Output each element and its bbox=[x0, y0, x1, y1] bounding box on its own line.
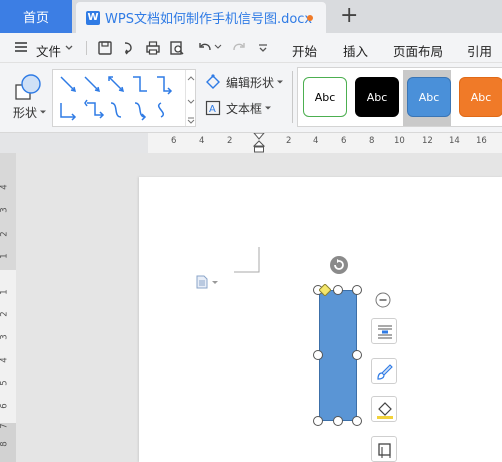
chevron-down-icon bbox=[40, 110, 46, 114]
ruler-tick: 4 bbox=[313, 136, 319, 146]
shape-button[interactable]: 形状 bbox=[4, 67, 48, 127]
style-preset-blue[interactable]: Abc bbox=[407, 77, 451, 117]
unsaved-dot-icon bbox=[307, 15, 313, 21]
ruler-tick: 4 bbox=[0, 357, 10, 363]
gallery-scroll-arrows-icon bbox=[187, 76, 195, 124]
customize-toolbar-icon[interactable] bbox=[256, 41, 270, 55]
save-icon[interactable] bbox=[96, 39, 114, 57]
shape-button-label: 形状 bbox=[13, 106, 38, 120]
layout-options-button[interactable] bbox=[371, 318, 397, 344]
tab-bar: 首页 W WPS文档如何制作手机信号图.docx + bbox=[0, 0, 502, 33]
text-box-icon: A bbox=[205, 100, 221, 116]
resize-handle-left[interactable] bbox=[313, 350, 323, 360]
drawing-tools-ribbon: 形状 编辑形状 A 文本框 Abc Abc Abc Abc bbox=[0, 63, 502, 133]
print-preview-icon[interactable] bbox=[168, 39, 186, 57]
indent-marker-icon[interactable] bbox=[253, 133, 265, 153]
text-wrap-icon bbox=[378, 325, 392, 339]
margin-corner-marker-icon bbox=[234, 247, 260, 273]
ruler-tick: 5 bbox=[0, 380, 10, 386]
style-preset-orange[interactable]: Abc bbox=[459, 77, 502, 117]
ruler-tick: 8 bbox=[0, 441, 10, 447]
vertical-ruler[interactable]: 4 3 2 1 1 2 3 4 5 6 7 8 9 bbox=[0, 153, 16, 462]
ruler-tick: 3 bbox=[0, 207, 10, 213]
paragraph-options-icon[interactable] bbox=[195, 275, 221, 289]
menu-bar: 文件 开始 插入 页面布局 引用 bbox=[0, 33, 502, 63]
chevron-down-icon bbox=[277, 80, 284, 84]
ruler-tick: 4 bbox=[0, 184, 10, 190]
resize-handle-top[interactable] bbox=[333, 285, 343, 295]
shape-style-gallery: Abc Abc Abc Abc bbox=[297, 67, 502, 127]
style-preset-black[interactable]: Abc bbox=[355, 77, 399, 117]
text-box-label: 文本框 bbox=[226, 101, 263, 116]
menu-file[interactable]: 文件 bbox=[36, 41, 61, 60]
tab-home[interactable]: 首页 bbox=[0, 0, 72, 33]
fill-bucket-icon bbox=[377, 402, 393, 419]
menu-references[interactable]: 引用 bbox=[467, 41, 492, 60]
shape-outline-button[interactable] bbox=[371, 396, 397, 422]
hamburger-menu-icon[interactable] bbox=[14, 40, 28, 54]
ruler-tick: 14 bbox=[449, 136, 460, 146]
resize-handle-right[interactable] bbox=[352, 350, 362, 360]
resize-handle-bottom[interactable] bbox=[333, 416, 343, 426]
menu-page-layout[interactable]: 页面布局 bbox=[393, 41, 443, 60]
paint-brush-icon bbox=[377, 364, 393, 380]
shape-effects-button[interactable] bbox=[371, 436, 397, 462]
horizontal-ruler[interactable]: 6 4 2 2 4 6 8 10 12 14 16 bbox=[0, 133, 502, 153]
style-preset-outline-green[interactable]: Abc bbox=[303, 77, 347, 117]
ruler-tick: 10 bbox=[394, 136, 405, 146]
ruler-tick: 2 bbox=[286, 136, 292, 146]
resize-handle-bottom-right[interactable] bbox=[352, 416, 362, 426]
output-pdf-icon[interactable] bbox=[120, 39, 138, 57]
divider bbox=[292, 71, 293, 123]
ruler-tick: 7 bbox=[0, 423, 10, 429]
tab-document-title: WPS文档如何制作手机信号图.docx bbox=[105, 12, 313, 27]
ruler-tick: 1 bbox=[0, 253, 10, 259]
wps-doc-icon: W bbox=[86, 10, 100, 25]
ruler-tick: 6 bbox=[341, 136, 347, 146]
print-icon[interactable] bbox=[144, 39, 162, 57]
menu-home[interactable]: 开始 bbox=[292, 41, 317, 60]
resize-handle-top-right[interactable] bbox=[352, 285, 362, 295]
menu-insert[interactable]: 插入 bbox=[343, 41, 368, 60]
tab-home-label: 首页 bbox=[22, 11, 49, 26]
chevron-down-icon bbox=[265, 106, 272, 110]
ruler-tick: 6 bbox=[0, 403, 10, 409]
ruler-tick: 12 bbox=[422, 136, 433, 146]
collapse-toolbar-icon[interactable] bbox=[375, 292, 391, 308]
divider bbox=[86, 41, 87, 55]
undo-icon[interactable] bbox=[196, 39, 214, 57]
svg-text:A: A bbox=[209, 104, 216, 115]
rotate-handle-icon[interactable] bbox=[329, 255, 349, 275]
edit-shape-label: 编辑形状 bbox=[226, 75, 275, 90]
resize-handle-bottom-left[interactable] bbox=[313, 416, 323, 426]
connector-gallery[interactable] bbox=[52, 69, 196, 127]
undo-dropdown-icon[interactable] bbox=[214, 43, 222, 51]
ruler-tick: 6 bbox=[171, 136, 177, 146]
gallery-scrollbar[interactable] bbox=[185, 70, 195, 126]
ruler-tick: 2 bbox=[0, 311, 10, 317]
ruler-tick: 1 bbox=[0, 289, 10, 295]
ruler-tick: 16 bbox=[476, 136, 487, 146]
ruler-tick: 8 bbox=[369, 136, 375, 146]
new-tab-button[interactable]: + bbox=[340, 4, 358, 28]
shape-icon bbox=[15, 74, 41, 100]
ruler-tick: 3 bbox=[0, 334, 10, 340]
chevron-down-icon[interactable] bbox=[64, 43, 74, 53]
ruler-tick: 2 bbox=[227, 136, 233, 146]
ruler-tick: 4 bbox=[199, 136, 205, 146]
text-box-button[interactable]: A 文本框 bbox=[205, 99, 272, 117]
adjust-anchor-handle-icon[interactable] bbox=[319, 284, 331, 296]
wps-writer-window: 首页 W WPS文档如何制作手机信号图.docx + 文件 开始 插入 页面布局… bbox=[0, 0, 502, 462]
edit-shape-button[interactable]: 编辑形状 bbox=[205, 73, 284, 91]
ruler-tick: 2 bbox=[0, 231, 10, 237]
connector-shapes-icon bbox=[60, 76, 173, 121]
shape-outline-icon bbox=[378, 443, 391, 458]
edit-shape-icon bbox=[206, 74, 220, 89]
tab-document[interactable]: W WPS文档如何制作手机信号图.docx bbox=[76, 2, 326, 33]
shape-fill-button[interactable] bbox=[371, 358, 397, 384]
redo-icon[interactable] bbox=[230, 39, 248, 57]
